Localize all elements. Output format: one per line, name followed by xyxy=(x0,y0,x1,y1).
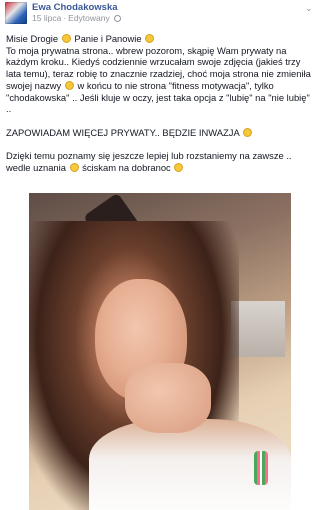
globe-icon[interactable] xyxy=(113,15,121,22)
smiley-emoji-icon xyxy=(61,34,71,43)
photo-hand xyxy=(125,363,211,433)
post-paragraph: Misie Drogie Panie i Panowie To moja pry… xyxy=(6,33,311,115)
smiley-emoji-icon xyxy=(174,162,184,172)
author-avatar[interactable] xyxy=(5,2,27,24)
post-meta: 15 lipca · Edytowany xyxy=(32,13,121,24)
post-text: ściskam na dobranoc xyxy=(82,161,174,173)
post-header: Ewa Chodakowska 15 lipca · Edytowany xyxy=(5,2,121,24)
post-date[interactable]: 15 lipca xyxy=(32,13,61,24)
facebook-post: Ewa Chodakowska 15 lipca · Edytowany ⌄ M… xyxy=(0,0,319,510)
meta-separator: · xyxy=(63,13,67,23)
post-paragraph: Dzięki temu poznamy się jeszcze lepiej l… xyxy=(6,150,311,173)
smiley-emoji-icon xyxy=(145,34,155,43)
post-text: ZAPOWIADAM WIĘCEJ PRYWATY.. BĘDZIE INWAZ… xyxy=(6,126,242,138)
post-header-text: Ewa Chodakowska 15 lipca · Edytowany xyxy=(32,2,121,24)
smiley-emoji-icon xyxy=(64,80,74,90)
smiley-emoji-icon xyxy=(242,127,252,137)
photo-bracelet xyxy=(254,451,268,485)
author-name[interactable]: Ewa Chodakowska xyxy=(32,2,121,13)
wink-emoji-icon xyxy=(69,162,79,172)
chevron-down-icon[interactable]: ⌄ xyxy=(305,4,313,13)
post-photo[interactable] xyxy=(29,193,291,510)
photo-shelf xyxy=(231,301,285,357)
post-paragraph: ZAPOWIADAM WIĘCEJ PRYWATY.. BĘDZIE INWAZ… xyxy=(6,127,311,139)
edited-label[interactable]: Edytowany xyxy=(68,13,110,24)
post-text: Misie Drogie xyxy=(6,33,61,44)
post-body: Misie Drogie Panie i Panowie To moja pry… xyxy=(6,33,311,173)
post-text: Panie i Panowie xyxy=(74,33,145,44)
